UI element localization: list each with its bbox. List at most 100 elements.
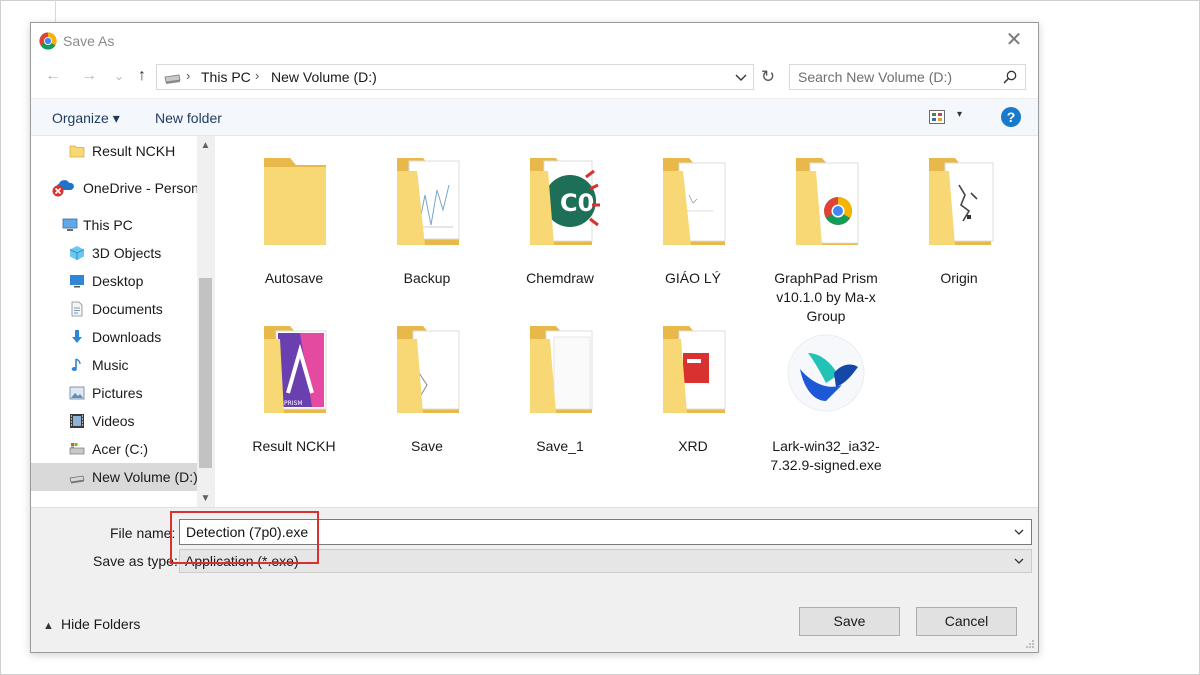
close-icon: ✕: [1005, 29, 1023, 51]
folder-icon: [264, 158, 326, 245]
file-list: Autosave Backup C0 Chemdraw GIÁO LÝ Grap…: [214, 136, 1038, 507]
file-name-input[interactable]: [180, 520, 1000, 544]
back-button[interactable]: ←: [42, 65, 64, 87]
folder-document-preview-icon: [663, 158, 726, 245]
file-name: Lark-win32_ia32-7.32.9-signed.exe: [770, 438, 882, 473]
up-button[interactable]: ↑: [131, 65, 153, 87]
videos-icon: [70, 414, 84, 428]
chevron-up-icon: ▲: [43, 620, 54, 632]
3d-objects-icon: [69, 246, 85, 260]
sidebar-item-result-nckh[interactable]: Result NCKH: [31, 137, 197, 165]
file-name: Result NCKH: [252, 438, 336, 454]
search-icon[interactable]: [1003, 70, 1017, 84]
scroll-up-icon[interactable]: ▲: [197, 138, 214, 154]
file-name-combobox: [179, 519, 1032, 545]
navigation-pane: Result NCKH OneDrive - Person This PC 3D…: [31, 136, 214, 507]
search-input[interactable]: [790, 65, 995, 89]
sidebar-item-label: Downloads: [92, 329, 162, 345]
sidebar-item-3d-objects[interactable]: 3D Objects: [31, 239, 197, 267]
search-box: [789, 64, 1026, 90]
forward-arrow-icon: →: [81, 67, 97, 84]
view-dropdown-arrow[interactable]: ▾: [957, 109, 962, 120]
help-icon[interactable]: ?: [1001, 107, 1021, 127]
scrollbar-thumb[interactable]: [199, 278, 212, 468]
sidebar-item-documents[interactable]: Documents: [31, 295, 197, 323]
resize-grip-icon[interactable]: [1025, 639, 1035, 649]
pictures-icon: [69, 386, 85, 400]
desktop-icon: [70, 275, 84, 288]
folder-diagram-preview-icon: [929, 158, 994, 245]
sidebar-item-label: Acer (C:): [92, 441, 148, 457]
command-toolbar: Organize ▾ New folder ▾ ?: [31, 98, 1038, 136]
hide-folders-button[interactable]: ▲ Hide Folders: [43, 616, 140, 632]
file-name: GIÁO LÝ: [664, 270, 722, 286]
sidebar-item-label: New Volume (D:): [92, 469, 197, 485]
breadcrumb-this-pc[interactable]: This PC: [201, 69, 251, 85]
sidebar-item-label: Pictures: [92, 385, 143, 401]
sidebar-item-new-volume-d[interactable]: New Volume (D:): [31, 463, 197, 491]
this-pc-icon: [62, 218, 78, 231]
file-name: GraphPad Prism v10.1.0 by Ma-x Group: [774, 270, 878, 324]
address-bar[interactable]: › This PC › New Volume (D:): [156, 64, 754, 90]
breadcrumb-separator: ›: [255, 68, 260, 83]
scroll-down-icon[interactable]: ▼: [197, 491, 214, 507]
save-as-dialog: Save As ✕ ← → ⌄ ↑ › This PC › New Volume…: [30, 22, 1039, 653]
save-button[interactable]: Save: [799, 607, 900, 636]
sidebar-item-label: Music: [92, 357, 129, 373]
new-folder-button[interactable]: New folder: [155, 110, 222, 126]
save-options-panel: File name: Save as type: Application (*.…: [31, 507, 1038, 652]
forward-button[interactable]: →: [78, 65, 100, 87]
save-as-type-value: Application (*.exe): [185, 553, 299, 569]
sidebar-item-onedrive[interactable]: OneDrive - Person: [31, 174, 197, 202]
recent-locations-button[interactable]: ⌄: [108, 65, 130, 87]
sidebar-item-this-pc[interactable]: This PC: [31, 211, 197, 239]
back-arrow-icon: ←: [45, 67, 61, 84]
drive-d-icon: [69, 475, 85, 484]
chevron-down-icon[interactable]: [1012, 554, 1026, 568]
file-name: XRD: [678, 438, 708, 454]
file-name: Autosave: [264, 270, 324, 286]
sidebar-item-label: 3D Objects: [92, 245, 162, 261]
sidebar-item-acer-c[interactable]: Acer (C:): [31, 435, 197, 463]
view-options-icon[interactable]: [929, 110, 945, 124]
save-as-type-label: Save as type:: [93, 553, 178, 569]
sidebar-item-label: Desktop: [92, 273, 144, 289]
chevron-down-icon[interactable]: [733, 69, 749, 85]
sidebar-item-label: Videos: [92, 413, 135, 429]
onedrive-icon: [52, 180, 74, 197]
drive-icon: [164, 74, 181, 84]
organize-button[interactable]: Organize ▾: [52, 110, 120, 127]
sidebar-item-pictures[interactable]: Pictures: [31, 379, 197, 407]
refresh-button[interactable]: ↻: [757, 64, 779, 90]
folder-chrome-preview-icon: [796, 158, 859, 245]
file-name: Origin: [940, 270, 978, 286]
file-name: Save: [411, 438, 443, 454]
hide-folders-label: Hide Folders: [61, 616, 141, 632]
navigation-bar: ← → ⌄ ↑ › This PC › New Volume (D:) ↻: [31, 61, 1038, 93]
folder-icon: [69, 145, 85, 158]
navigation-scrollbar[interactable]: ▲ ▼: [197, 136, 214, 507]
drive-c-icon: [69, 443, 85, 455]
close-button[interactable]: ✕: [1002, 29, 1026, 53]
lark-app-icon: [787, 334, 865, 412]
background-guide-line: [55, 0, 56, 22]
folder-document-preview-icon: [530, 326, 593, 413]
up-arrow-icon: ↑: [138, 67, 146, 84]
sidebar-item-desktop[interactable]: Desktop: [31, 267, 197, 295]
sidebar-item-downloads[interactable]: Downloads: [31, 323, 197, 351]
sidebar-item-music[interactable]: Music: [31, 351, 197, 379]
folder-document-preview-icon: [397, 326, 460, 413]
folder-pdf-preview-icon: [663, 326, 726, 413]
refresh-icon: ↻: [760, 67, 776, 86]
svg-text:C0: C0: [560, 189, 594, 217]
breadcrumb-separator: ›: [186, 68, 191, 83]
file-name-label: File name:: [110, 525, 176, 541]
save-as-type-select[interactable]: Application (*.exe): [179, 549, 1032, 573]
sidebar-item-videos[interactable]: Videos: [31, 407, 197, 435]
chevron-down-icon[interactable]: [1012, 525, 1026, 539]
cancel-button[interactable]: Cancel: [916, 607, 1017, 636]
breadcrumb-new-volume[interactable]: New Volume (D:): [271, 69, 377, 85]
folder-prism-preview-icon: PRISM: [264, 326, 327, 413]
sidebar-item-label: This PC: [83, 217, 133, 233]
chrome-icon: [39, 32, 57, 50]
